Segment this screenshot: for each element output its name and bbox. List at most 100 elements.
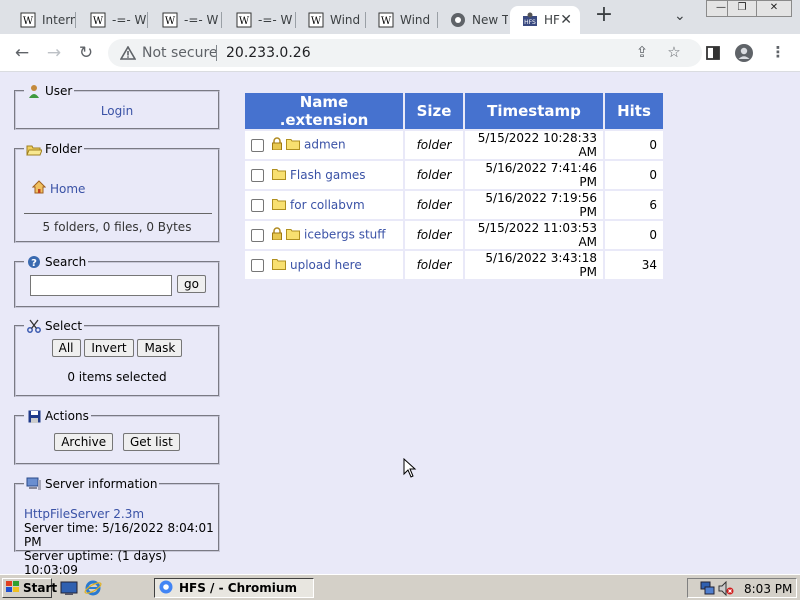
user-legend: User — [45, 84, 73, 98]
table-row: icebergs stuff folder 5/15/2022 11:03:53… — [245, 221, 663, 249]
table-row: Flash games folder 5/16/2022 7:41:46 PM … — [245, 161, 663, 189]
svg-text:?: ? — [31, 258, 37, 269]
chevron-down-icon[interactable]: ⌄ — [674, 8, 686, 24]
profile-icon[interactable] — [734, 43, 754, 63]
browser-tab[interactable]: W -=- W — [224, 6, 296, 34]
search-legend: Search — [45, 255, 87, 269]
file-list-table: Name .extension Size Timestamp Hits adme… — [243, 91, 665, 281]
home-icon — [31, 180, 47, 197]
close-window-button[interactable]: ✕ — [756, 0, 792, 17]
close-icon[interactable]: ✕ — [560, 12, 572, 28]
user-icon — [26, 84, 42, 98]
menu-dots-icon[interactable]: ⋮ — [768, 43, 788, 63]
browser-tab[interactable]: New T — [438, 6, 508, 34]
column-header-size[interactable]: Size — [405, 93, 463, 129]
start-button[interactable]: Start — [2, 578, 57, 598]
address-bar[interactable]: Not secure 20.233.0.26 ⇪ ☆ — [108, 39, 702, 67]
url-text[interactable]: 20.233.0.26 — [226, 45, 311, 61]
network-icon[interactable] — [700, 581, 716, 599]
svg-text:W: W — [93, 16, 104, 27]
column-header-hits[interactable]: Hits — [605, 93, 663, 129]
clock[interactable]: 8:03 PM — [744, 582, 792, 596]
wiki-icon: W — [236, 12, 252, 28]
share-icon[interactable]: ⇪ — [632, 43, 652, 63]
row-checkbox[interactable] — [251, 258, 264, 272]
folder-icon — [286, 228, 300, 243]
mask-button[interactable]: Mask — [137, 339, 183, 357]
back-icon[interactable]: ← — [12, 43, 32, 63]
internet-explorer-icon[interactable] — [84, 579, 102, 600]
folder-link[interactable]: Flash games — [290, 168, 366, 182]
sidebar-icon[interactable] — [703, 43, 723, 63]
select-legend: Select — [45, 319, 83, 333]
size-cell: folder — [405, 161, 463, 189]
browser-tab[interactable]: W -=- W — [150, 6, 222, 34]
select-panel: Select All Invert Mask 0 items selected — [14, 319, 220, 397]
wiki-icon: W — [162, 12, 178, 28]
tab-label: Intern — [42, 13, 76, 27]
search-input[interactable] — [30, 275, 172, 296]
svg-text:W: W — [23, 16, 34, 27]
computer-icon — [26, 477, 42, 491]
invert-button[interactable]: Invert — [84, 339, 134, 357]
login-link[interactable]: Login — [101, 104, 133, 118]
folder-link[interactable]: admen — [304, 138, 346, 152]
folder-icon — [286, 138, 300, 153]
mouse-cursor-icon — [403, 457, 417, 481]
volume-muted-icon[interactable] — [718, 580, 734, 599]
row-checkbox[interactable] — [251, 228, 264, 242]
wiki-icon: W — [20, 12, 36, 28]
select-all-button[interactable]: All — [51, 339, 81, 357]
browser-tab[interactable]: W -=- W — [78, 6, 148, 34]
star-icon[interactable]: ☆ — [664, 43, 684, 63]
archive-button[interactable]: Archive — [54, 433, 114, 451]
column-header-timestamp[interactable]: Timestamp — [465, 93, 603, 129]
taskbar: Start HFS / - Chromium 8:03 PM — [0, 574, 800, 600]
taskbar-window-chromium[interactable]: HFS / - Chromium — [154, 578, 314, 598]
folder-link[interactable]: for collabvm — [290, 198, 365, 212]
hits-cell: 0 — [605, 221, 663, 249]
browser-tab[interactable]: W Wind — [366, 6, 438, 34]
folder-link[interactable]: upload here — [290, 258, 362, 272]
restore-button[interactable]: ❐ — [727, 0, 757, 17]
size-cell: folder — [405, 191, 463, 219]
reload-icon[interactable]: ↻ — [76, 43, 96, 63]
size-cell: folder — [405, 251, 463, 279]
get-list-button[interactable]: Get list — [122, 433, 180, 451]
go-button[interactable]: go — [177, 275, 206, 293]
lock-icon — [272, 227, 282, 243]
size-cell: folder — [405, 131, 463, 159]
server-legend: Server information — [45, 477, 158, 491]
warning-icon[interactable] — [119, 45, 137, 63]
hits-cell: 0 — [605, 161, 663, 189]
show-desktop-icon[interactable] — [60, 580, 78, 599]
column-header-name[interactable]: Name .extension — [245, 93, 403, 129]
folder-summary: 5 folders, 0 files, 0 Bytes — [42, 220, 192, 234]
new-tab-icon[interactable]: + — [594, 4, 614, 26]
browser-tab-active[interactable]: HFS HF ✕ — [510, 6, 580, 34]
folder-link[interactable]: icebergs stuff — [304, 228, 386, 242]
start-label: Start — [23, 581, 58, 595]
timestamp-cell: 5/15/2022 11:03:53 AM — [465, 221, 603, 249]
row-checkbox[interactable] — [251, 198, 264, 212]
browser-tab[interactable]: W Intern — [8, 6, 76, 34]
tab-label: Wind — [330, 13, 361, 27]
security-label[interactable]: Not secure — [142, 45, 218, 61]
home-link[interactable]: Home — [50, 182, 85, 196]
svg-text:W: W — [165, 16, 176, 27]
tab-label: -=- W — [112, 13, 147, 27]
actions-panel: Actions Archive Get list — [14, 409, 220, 465]
selection-status: 0 items selected — [67, 370, 167, 384]
browser-tab[interactable]: W Wind — [296, 6, 366, 34]
page-content: User Login Folder Home 5 folders, 0 file… — [0, 72, 800, 577]
svg-text:HFS: HFS — [524, 19, 536, 26]
forward-icon[interactable]: → — [44, 43, 64, 63]
hits-cell: 0 — [605, 131, 663, 159]
hfs-version-link[interactable]: HttpFileServer 2.3m — [24, 507, 144, 521]
row-checkbox[interactable] — [251, 168, 264, 182]
help-icon: ? — [26, 255, 42, 269]
row-checkbox[interactable] — [251, 138, 264, 152]
wiki-icon: W — [90, 12, 106, 28]
timestamp-cell: 5/15/2022 10:28:33 AM — [465, 131, 603, 159]
table-row: upload here folder 5/16/2022 3:43:18 PM … — [245, 251, 663, 279]
